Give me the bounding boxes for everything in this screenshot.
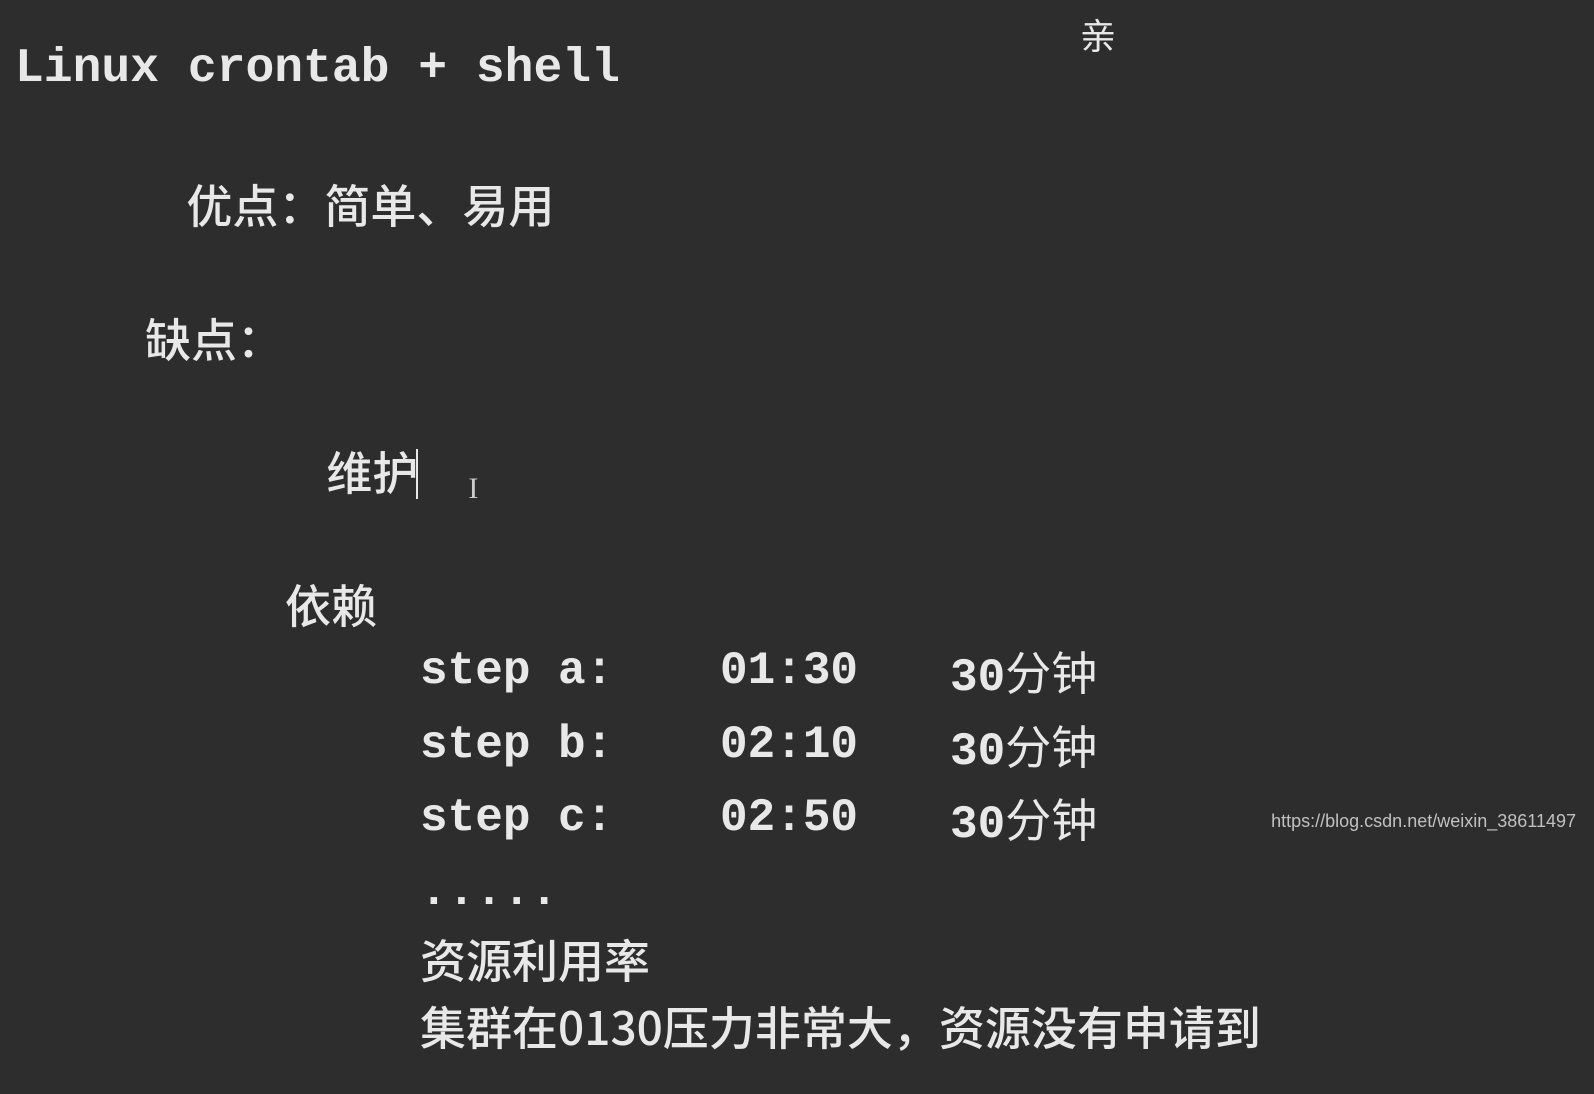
cons-item-depend: 依赖	[15, 571, 1579, 638]
step-label: step b:	[420, 712, 720, 786]
input-mode-char: 亲	[1080, 8, 1116, 60]
title-line: Linux crontab + shell	[15, 35, 1579, 105]
pros-line: 优点：简单、易用	[15, 105, 1579, 305]
ellipsis-line: .....	[15, 859, 1579, 926]
step-time: 01:30	[720, 638, 950, 712]
step-duration: 30分钟	[950, 712, 1097, 786]
step-row: step a: 01:30 30分钟	[15, 638, 1579, 712]
text-cursor	[416, 449, 418, 499]
step-label: step c:	[420, 785, 720, 859]
watermark: https://blog.csdn.net/weixin_38611497	[1271, 811, 1576, 832]
maintain-text: 维护	[326, 438, 418, 504]
cluster-line: 集群在0130压力非常大，资源没有申请到	[15, 993, 1579, 1060]
step-time: 02:50	[720, 785, 950, 859]
step-label: step a:	[420, 638, 720, 712]
editor-content[interactable]: Linux crontab + shell 优点：简单、易用 缺点： 维护 I 依…	[0, 0, 1594, 1094]
step-row: step b: 02:10 30分钟	[15, 712, 1579, 786]
pros-label: 优点：	[186, 171, 324, 237]
step-duration: 30分钟	[950, 785, 1097, 859]
pros-text: 简单、易用	[324, 171, 554, 237]
step-duration: 30分钟	[950, 638, 1097, 712]
resource-line: 资源利用率	[15, 926, 1579, 993]
cons-label-line: 缺点：	[15, 305, 1579, 372]
cons-item-maintain: 维护 I	[15, 371, 1579, 571]
ibeam-icon: I	[468, 467, 478, 511]
step-time: 02:10	[720, 712, 950, 786]
